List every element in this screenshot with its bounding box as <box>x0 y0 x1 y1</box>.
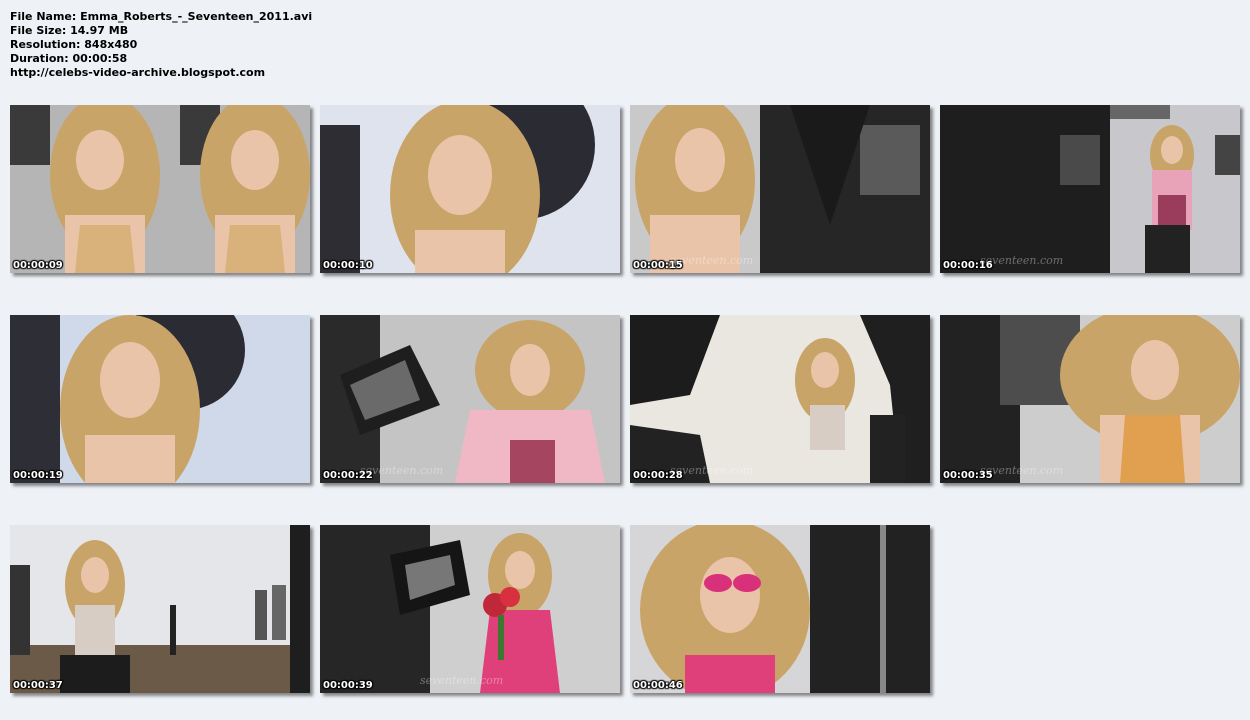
thumbnail-4-image <box>940 105 1240 273</box>
thumbnail-10[interactable]: 00:00:39 seventeen.com <box>320 525 620 693</box>
thumbnail-2[interactable]: 00:00:10 <box>320 105 620 273</box>
resolution: Resolution: 848x480 <box>10 38 138 51</box>
timestamp: 00:00:37 <box>13 680 63 691</box>
thumbnail-11[interactable]: 00:00:46 <box>630 525 930 693</box>
watermark: seventeen.com <box>670 254 754 267</box>
timestamp: 00:00:19 <box>13 470 63 481</box>
thumbnail-10-image <box>320 525 620 693</box>
thumbnail-9-image <box>10 525 310 693</box>
thumbnail-7-image <box>630 315 930 483</box>
timestamp: 00:00:09 <box>13 260 63 271</box>
thumbnail-3[interactable]: 00:00:15 seventeen.com <box>630 105 930 273</box>
thumbnail-4[interactable]: 00:00:16 seventeen.com <box>940 105 1240 273</box>
file-size: File Size: 14.97 MB <box>10 24 129 37</box>
watermark: seventeen.com <box>420 674 504 687</box>
thumbnail-5-image <box>10 315 310 483</box>
watermark: seventeen.com <box>980 464 1064 477</box>
timestamp: 00:00:39 <box>323 680 373 691</box>
timestamp: 00:00:46 <box>633 680 683 691</box>
thumbnail-9[interactable]: 00:00:37 <box>10 525 310 693</box>
thumbnail-3-image <box>630 105 930 273</box>
thumbnail-11-image <box>630 525 930 693</box>
watermark: seventeen.com <box>980 254 1064 267</box>
duration: Duration: 00:00:58 <box>10 52 128 65</box>
watermark: seventeen.com <box>670 464 754 477</box>
thumbnail-2-image <box>320 105 620 273</box>
thumbnail-1[interactable]: 00:00:09 <box>10 105 310 273</box>
file-name: File Name: Emma_Roberts_-_Seventeen_2011… <box>10 10 313 23</box>
thumbnail-1-image <box>10 105 310 273</box>
thumbnail-5[interactable]: 00:00:19 <box>10 315 310 483</box>
file-info: File Name: Emma_Roberts_-_Seventeen_2011… <box>10 10 312 80</box>
thumbnail-7[interactable]: 00:00:28 seventeen.com <box>630 315 930 483</box>
thumbnail-8[interactable]: 00:00:35 seventeen.com <box>940 315 1240 483</box>
thumbnail-6[interactable]: 00:00:22 seventeen.com <box>320 315 620 483</box>
source-url: http://celebs-video-archive.blogspot.com <box>10 66 266 79</box>
timestamp: 00:00:10 <box>323 260 373 271</box>
thumbnail-8-image <box>940 315 1240 483</box>
watermark: seventeen.com <box>360 464 444 477</box>
thumbnail-6-image <box>320 315 620 483</box>
